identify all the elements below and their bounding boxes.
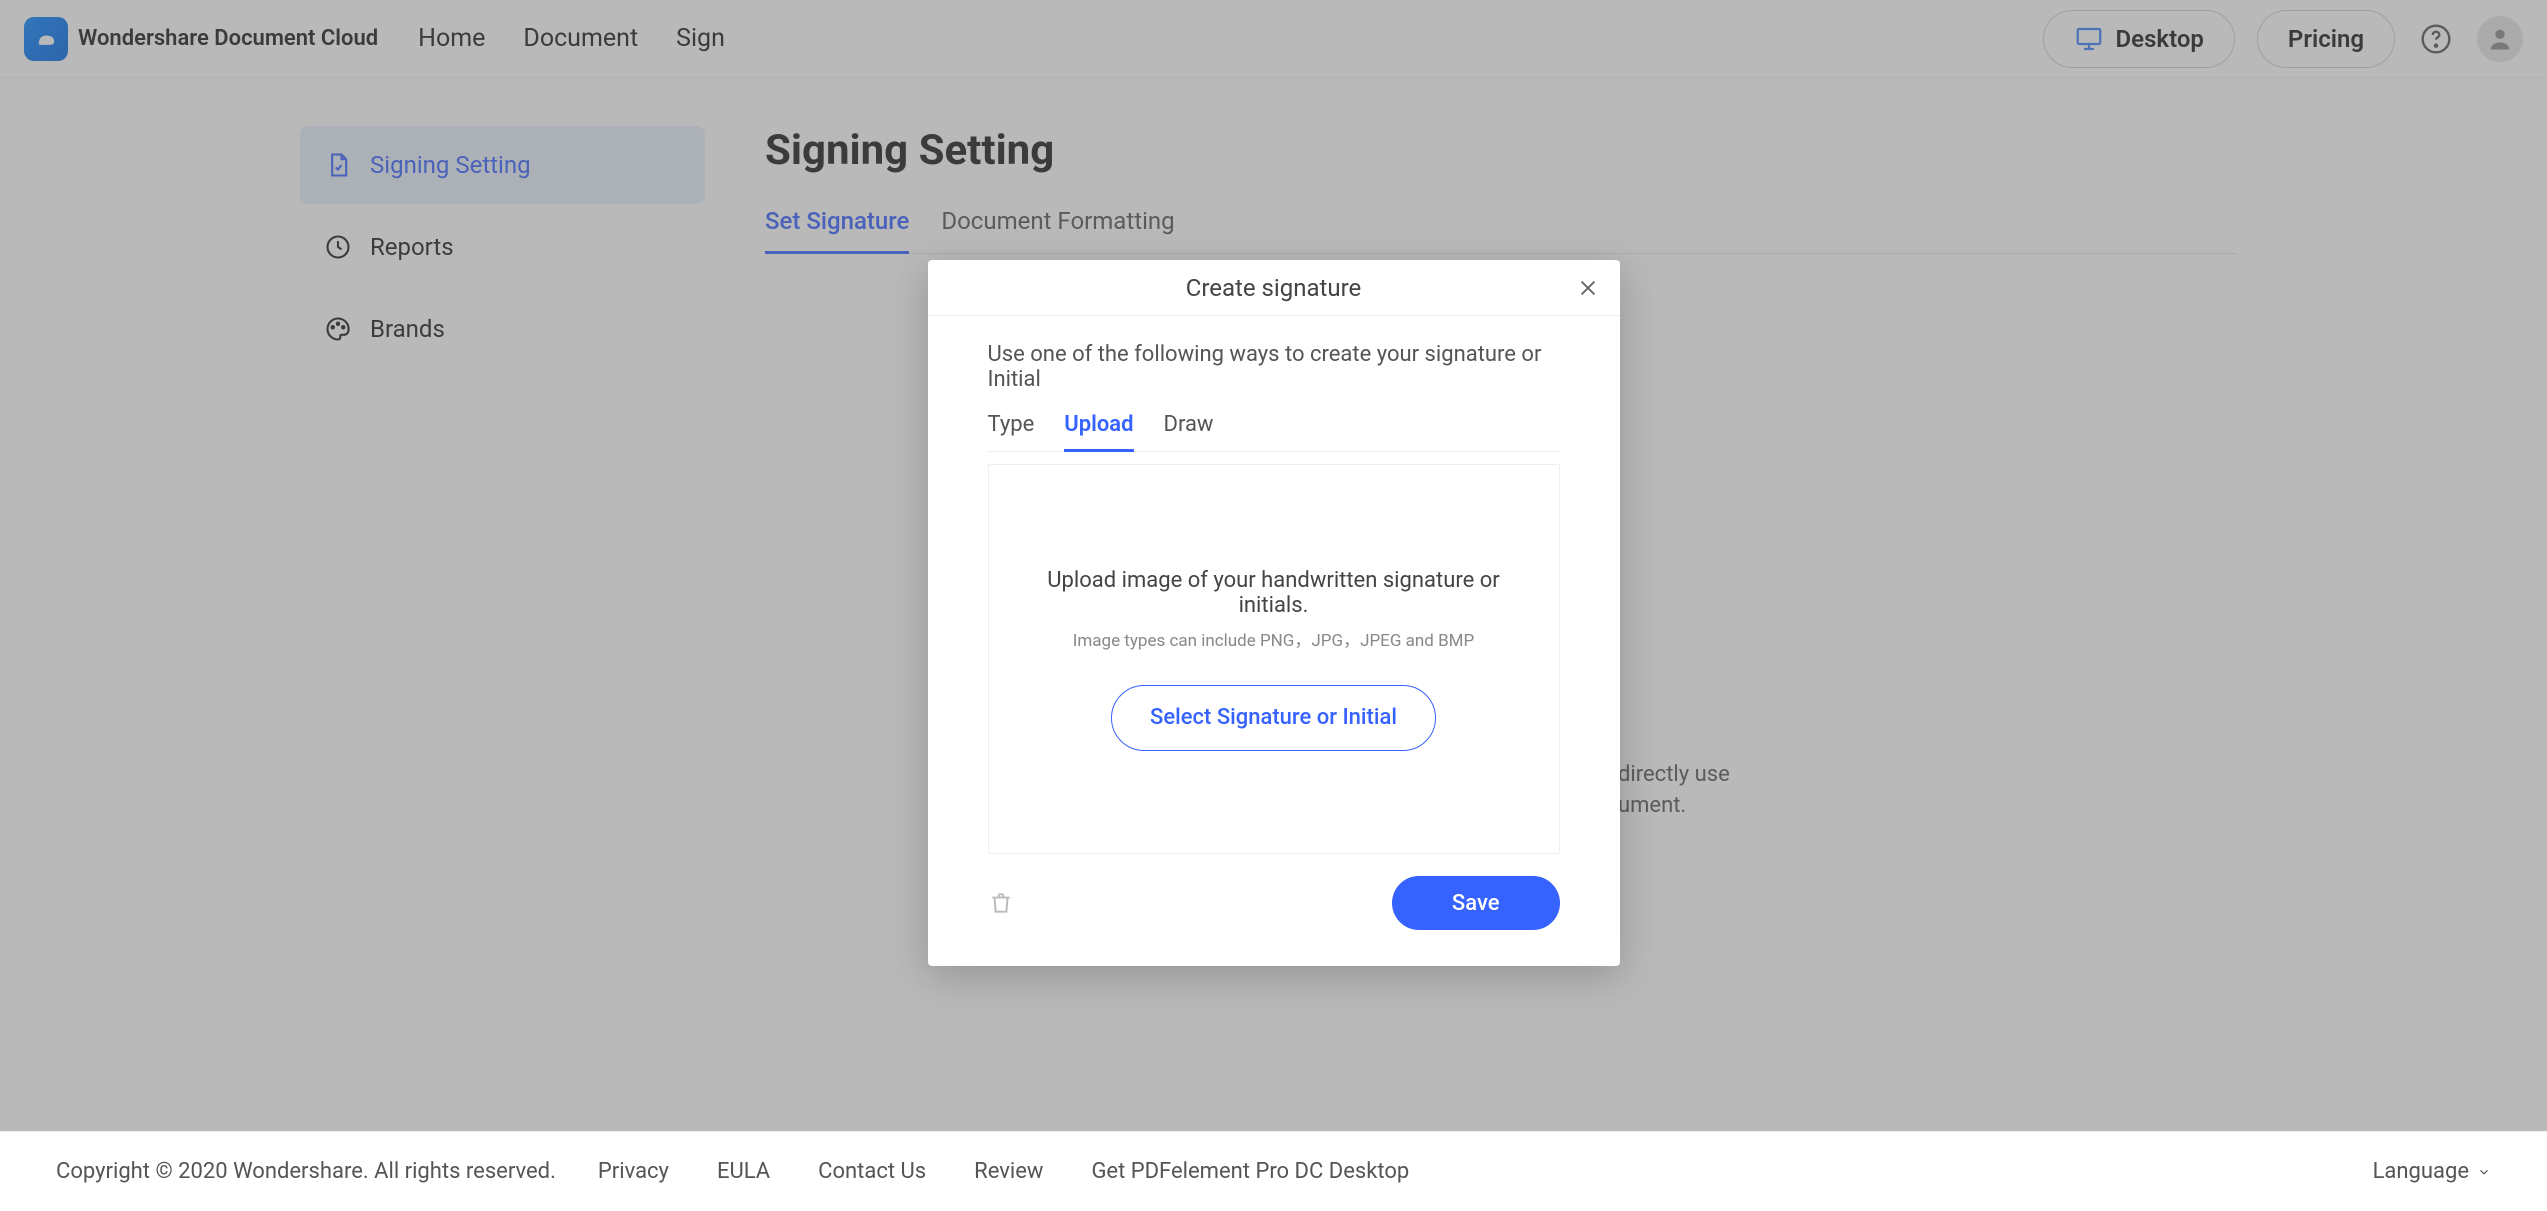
upload-area[interactable]: Upload image of your handwritten signatu… <box>988 464 1560 854</box>
modal-footer: Save <box>988 876 1560 930</box>
modal-header: Create signature <box>928 260 1620 316</box>
footer-link-eula[interactable]: EULA <box>717 1159 770 1184</box>
language-selector[interactable]: Language <box>2373 1159 2491 1184</box>
footer-links: Privacy EULA Contact Us Review Get PDFel… <box>598 1159 1409 1184</box>
modal-tab-type[interactable]: Type <box>988 412 1035 451</box>
modal-body: Use one of the following ways to create … <box>928 316 1620 966</box>
save-button[interactable]: Save <box>1392 876 1560 930</box>
create-signature-modal: Create signature Use one of the followin… <box>928 260 1620 966</box>
modal-subtitle: Use one of the following ways to create … <box>988 342 1560 392</box>
upload-filetypes: Image types can include PNG，JPG，JPEG and… <box>1073 626 1474 651</box>
chevron-down-icon <box>2477 1165 2491 1179</box>
delete-signature-button[interactable] <box>988 890 1014 916</box>
footer: Copyright © 2020 Wondershare. All rights… <box>0 1131 2547 1211</box>
modal-tabs: Type Upload Draw <box>988 412 1560 452</box>
footer-link-privacy[interactable]: Privacy <box>598 1159 669 1184</box>
modal-tab-draw[interactable]: Draw <box>1164 412 1214 451</box>
select-signature-button[interactable]: Select Signature or Initial <box>1111 685 1436 751</box>
language-label: Language <box>2373 1159 2469 1184</box>
upload-instruction: Upload image of your handwritten signatu… <box>1029 568 1519 618</box>
modal-tab-upload[interactable]: Upload <box>1064 412 1133 452</box>
close-icon <box>1577 277 1599 299</box>
footer-link-pdfelement[interactable]: Get PDFelement Pro DC Desktop <box>1091 1159 1409 1184</box>
footer-link-contact[interactable]: Contact Us <box>818 1159 926 1184</box>
copyright-text: Copyright © 2020 Wondershare. All rights… <box>56 1159 556 1184</box>
modal-title: Create signature <box>1186 274 1362 302</box>
footer-link-review[interactable]: Review <box>974 1159 1043 1184</box>
trash-icon <box>988 890 1014 916</box>
modal-close-button[interactable] <box>1574 274 1602 302</box>
